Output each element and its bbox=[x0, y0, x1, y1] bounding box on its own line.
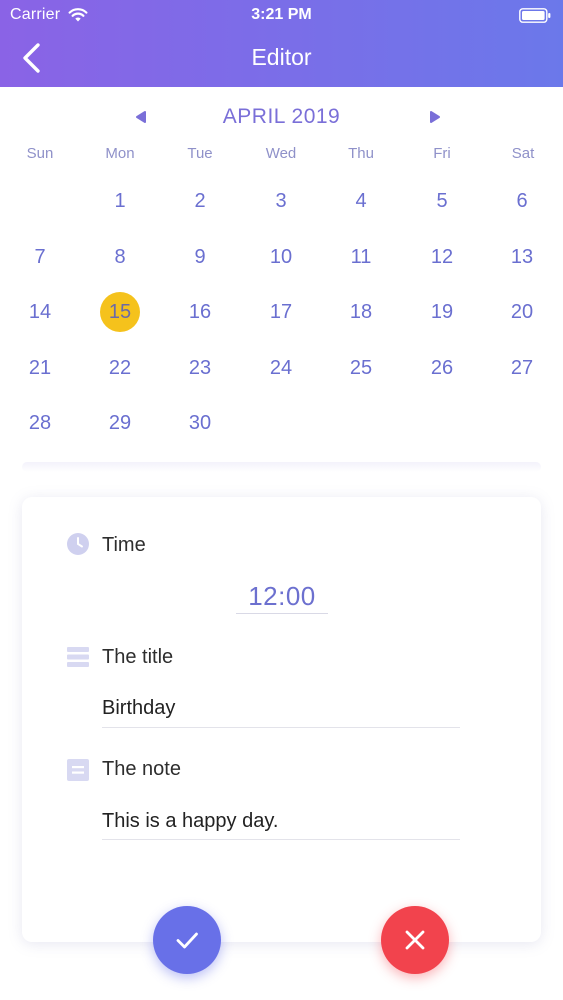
weekday-label: Tue bbox=[187, 145, 213, 162]
calendar-day-selected[interactable]: 15 bbox=[100, 292, 140, 332]
calendar-day[interactable]: 1 bbox=[98, 179, 142, 223]
weekday-header: Sun Mon Tue Wed Thu Fri Sat bbox=[0, 145, 563, 167]
time-value[interactable]: 12:00 bbox=[236, 581, 328, 612]
calendar-day[interactable]: 6 bbox=[500, 179, 544, 223]
calendar-day[interactable]: 14 bbox=[18, 290, 62, 334]
calendar-day[interactable]: 7 bbox=[18, 235, 62, 279]
calendar-day[interactable]: 10 bbox=[259, 235, 303, 279]
weekday-label: Mon bbox=[105, 145, 135, 162]
weekday-label: Fri bbox=[433, 145, 451, 162]
battery-icon bbox=[519, 8, 551, 23]
weekday-label: Thu bbox=[348, 145, 374, 162]
calendar-day[interactable]: 25 bbox=[339, 346, 383, 390]
month-label: APRIL 2019 bbox=[222, 105, 341, 128]
page-title: Editor bbox=[251, 44, 312, 70]
cancel-button[interactable] bbox=[381, 906, 449, 974]
calendar-day[interactable]: 13 bbox=[500, 235, 544, 279]
calendar-day[interactable]: 12 bbox=[420, 235, 464, 279]
month-navigator: APRIL 2019 bbox=[0, 102, 563, 132]
status-time: 3:21 PM bbox=[251, 6, 312, 23]
title-field[interactable]: Birthday bbox=[102, 697, 175, 720]
calendar-day[interactable]: 16 bbox=[178, 290, 222, 334]
next-month-icon[interactable] bbox=[428, 110, 442, 124]
calendar-day[interactable]: 28 bbox=[18, 401, 62, 445]
calendar-day[interactable]: 11 bbox=[339, 235, 383, 279]
calendar-day[interactable]: 24 bbox=[259, 346, 303, 390]
calendar-day[interactable]: 9 bbox=[178, 235, 222, 279]
calendar-day[interactable]: 4 bbox=[339, 179, 383, 223]
calendar-day[interactable]: 8 bbox=[98, 235, 142, 279]
calendar-day[interactable]: 17 bbox=[259, 290, 303, 334]
title-label: The title bbox=[102, 646, 174, 668]
list-icon bbox=[67, 647, 89, 667]
calendar-day[interactable]: 26 bbox=[420, 346, 464, 390]
note-icon bbox=[67, 759, 89, 781]
calendar-day[interactable]: 2 bbox=[178, 179, 222, 223]
note-underline bbox=[102, 839, 460, 840]
weekday-label: Sat bbox=[511, 145, 535, 162]
calendar-day[interactable]: 3 bbox=[259, 179, 303, 223]
calendar-day[interactable]: 21 bbox=[18, 346, 62, 390]
clock-icon bbox=[67, 533, 89, 555]
calendar-day[interactable]: 27 bbox=[500, 346, 544, 390]
check-icon bbox=[176, 932, 198, 949]
time-label: Time bbox=[102, 534, 146, 556]
close-icon bbox=[405, 930, 425, 950]
calendar-day[interactable]: 23 bbox=[178, 346, 222, 390]
confirm-button[interactable] bbox=[153, 906, 221, 974]
calendar-day[interactable]: 5 bbox=[420, 179, 464, 223]
calendar-day[interactable]: 30 bbox=[178, 401, 222, 445]
calendar-grid: 1 2 3 4 5 6 7 8 9 10 11 12 13 14 15 16 17 18 19 20 21 22 23 24 2… bbox=[0, 183, 563, 453]
note-label: The note bbox=[102, 758, 181, 780]
calendar-day[interactable]: 22 bbox=[98, 346, 142, 390]
weekday-label: Sun bbox=[26, 145, 54, 162]
time-underline bbox=[236, 613, 328, 614]
calendar-day[interactable]: 29 bbox=[98, 401, 142, 445]
note-field[interactable]: This is a happy day. bbox=[102, 810, 278, 833]
app-header: Carrier 3:21 PM Editor bbox=[0, 0, 563, 87]
title-underline bbox=[102, 727, 460, 728]
status-bar: Carrier 3:21 PM bbox=[0, 0, 563, 30]
calendar-day[interactable]: 18 bbox=[339, 290, 383, 334]
divider bbox=[22, 462, 541, 472]
editor-card: Time 12:00 The title Birthday The note T… bbox=[22, 497, 541, 942]
weekday-label: Wed bbox=[265, 145, 297, 162]
calendar-day[interactable]: 19 bbox=[420, 290, 464, 334]
calendar-day[interactable]: 20 bbox=[500, 290, 544, 334]
